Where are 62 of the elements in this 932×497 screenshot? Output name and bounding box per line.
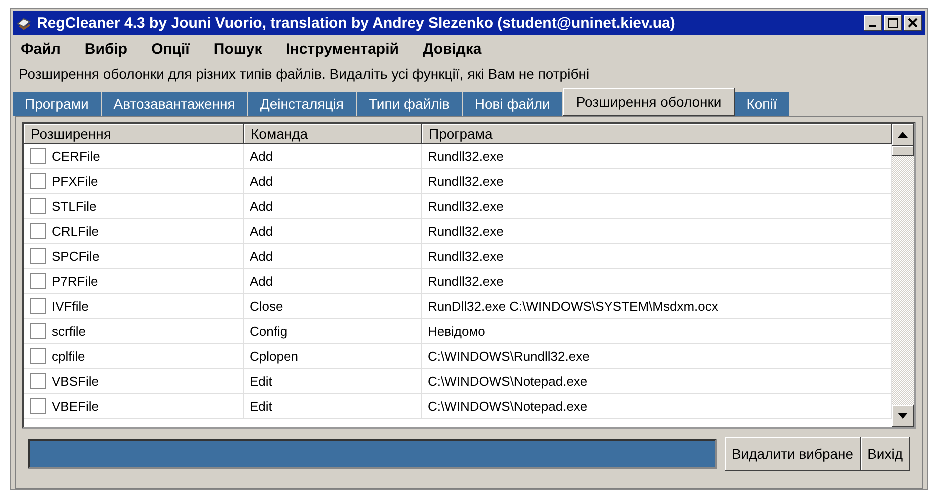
scrollbar[interactable] (892, 124, 914, 427)
tab[interactable]: Деінсталяція (248, 92, 357, 116)
table-cell: Add (244, 219, 422, 243)
table-cell: Edit (244, 394, 422, 418)
table-cell: scrfile (52, 324, 86, 338)
checkbox[interactable] (30, 398, 46, 414)
table-cell: SPCFile (52, 248, 100, 264)
checkbox[interactable] (30, 348, 46, 364)
tab[interactable]: Типи файлів (356, 92, 463, 116)
checkbox[interactable] (30, 148, 46, 164)
table-cell: cplfile (52, 348, 86, 364)
checkbox[interactable] (30, 323, 46, 339)
close-button[interactable] (904, 15, 922, 31)
action-button[interactable]: Вихід (860, 437, 910, 471)
table-cell: VBEFile (52, 398, 99, 414)
menu-item[interactable]: Файл (21, 41, 61, 58)
table-cell: P7RFile (52, 274, 98, 288)
table-cell: Add (244, 194, 422, 218)
menu-item[interactable]: Довідка (422, 41, 482, 58)
window-title: RegCleaner 4.3 by Jouni Vuorio, translation by Andrey Slezenko (student@uninet.kiev.ua) (37, 14, 676, 32)
table-cell: VBSFile (52, 374, 99, 388)
tab[interactable]: Програми (13, 92, 102, 116)
table-cell: IVFfile (52, 298, 89, 314)
tab[interactable]: Автозавантаження (102, 92, 248, 116)
table-cell: STLFile (52, 198, 97, 214)
maximize-icon (888, 18, 898, 28)
checkbox[interactable] (30, 248, 46, 264)
checkbox[interactable] (30, 273, 46, 289)
scroll-thumb[interactable] (892, 146, 914, 156)
table-cell: Add (244, 269, 422, 293)
tab[interactable]: Копії (734, 92, 790, 116)
up-arrow-icon[interactable] (898, 132, 908, 138)
minimize-button[interactable] (864, 15, 882, 31)
maximize-button[interactable] (884, 15, 902, 31)
checkbox[interactable] (30, 373, 46, 389)
tab[interactable]: Розширення оболонки (563, 88, 735, 116)
column-header[interactable]: Програма (422, 124, 892, 144)
table-cell: Add (244, 169, 422, 193)
close-icon (908, 18, 918, 28)
checkbox[interactable] (30, 298, 46, 314)
down-arrow-icon[interactable] (898, 413, 908, 419)
menu-item[interactable]: Опції (152, 41, 190, 58)
table-cell: PFXFile (52, 174, 98, 188)
action-button[interactable]: Видалити вибране (724, 437, 861, 471)
table-cell: Add (244, 244, 422, 268)
table-cell: Config (244, 319, 422, 343)
table-cell: CERFile (52, 148, 100, 164)
description-text: Розширення оболонки для різних типів файлів. Видаліть усі функції, які Вам не потрібні (18, 65, 591, 84)
column-header[interactable]: Команда (244, 124, 422, 144)
table-cell: Close (244, 294, 422, 318)
checkbox[interactable] (30, 223, 46, 239)
tab[interactable]: Нові файли (462, 92, 564, 116)
menu-item[interactable]: Пошук (214, 41, 262, 58)
table-cell: Cplopen (244, 344, 422, 368)
column-header[interactable]: Розширення (24, 124, 244, 144)
menu-item[interactable]: Інструментарій (286, 41, 399, 58)
table-cell: CRLFile (52, 224, 99, 238)
checkbox[interactable] (30, 173, 46, 189)
table-cell: Add (244, 144, 422, 168)
menu-item[interactable]: Вибір (84, 41, 128, 58)
table-cell: Edit (244, 369, 422, 393)
checkbox[interactable] (30, 198, 46, 214)
